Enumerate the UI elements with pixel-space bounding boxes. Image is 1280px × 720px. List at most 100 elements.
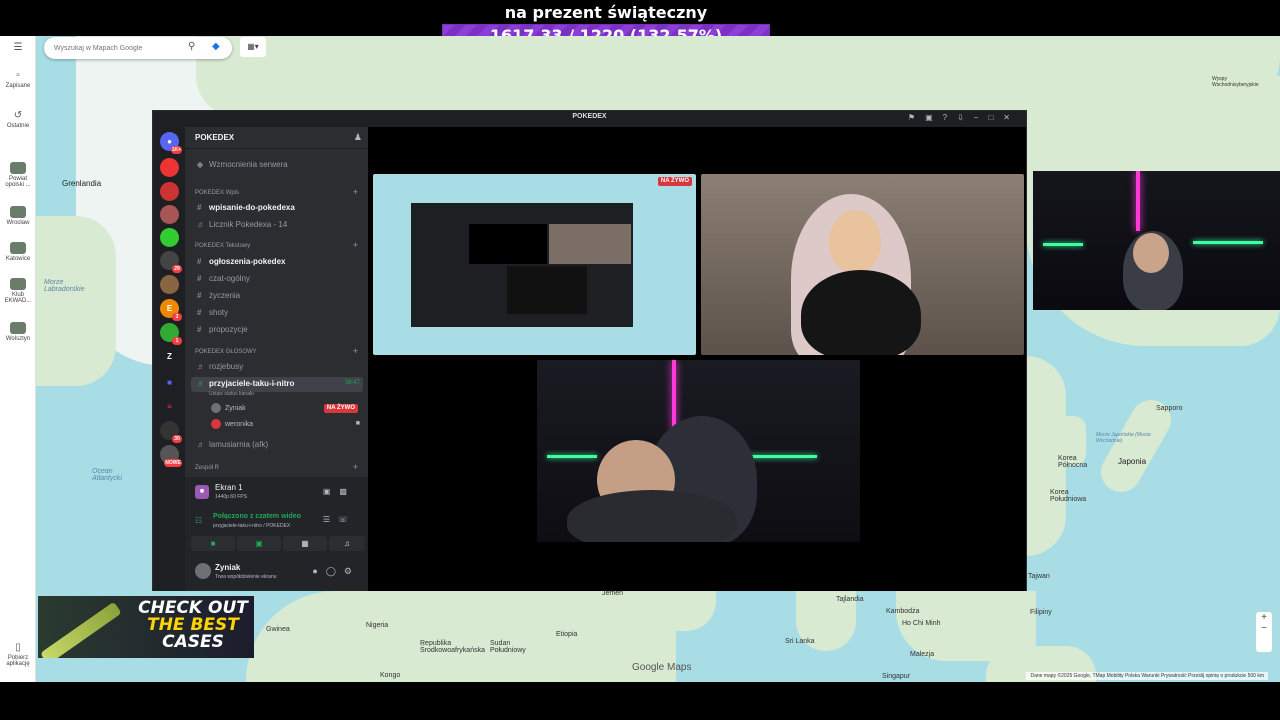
- channel-lamusiarnia[interactable]: ♬ lamusiarnia (afk): [197, 440, 268, 449]
- channel-propozycje[interactable]: # propozycje: [197, 325, 248, 334]
- weronika-camera-tile[interactable]: [701, 174, 1024, 355]
- map-label-nigeria: Nigeria: [366, 622, 389, 629]
- google-maps-logo: Google Maps: [632, 662, 692, 673]
- neon-light: [1136, 171, 1140, 231]
- neon-green-light: [1043, 243, 1083, 246]
- window-controls[interactable]: ⚑▣?⇩−□✕: [908, 113, 1020, 122]
- activities-button[interactable]: ▦: [283, 536, 327, 551]
- nested-tile-3: [507, 266, 587, 314]
- channel-ogloszenia[interactable]: # ogłoszenia-pokedex: [197, 257, 285, 266]
- boost-icon: ◈: [197, 160, 204, 169]
- map-search-box[interactable]: ⚲ ◆: [44, 37, 232, 59]
- rail-saved[interactable]: ▫ Zapisane: [0, 70, 36, 89]
- live-badge: NA ŻYWO: [323, 404, 358, 413]
- server-icon-3[interactable]: [160, 205, 179, 224]
- user-name: Zyniak: [215, 563, 241, 572]
- voice-status-hint[interactable]: Ustaw status kanału: [209, 391, 254, 397]
- map-label-philippines: Filipiny: [1030, 609, 1052, 616]
- server-header[interactable]: POKEDEX ♟: [185, 127, 368, 149]
- add-channel-icon[interactable]: +: [353, 187, 358, 197]
- voice-connected-channel[interactable]: przyjaciele-taku-i-nitro / POKEDEX: [213, 523, 290, 529]
- map-label-singapur: Singapur: [882, 673, 911, 680]
- signal-icon: ☷: [195, 516, 203, 525]
- avatar[interactable]: [195, 563, 211, 579]
- server-icon-12[interactable]: 30: [160, 421, 182, 443]
- rail-get-app[interactable]: ▯ Pobierz aplikację: [0, 642, 36, 667]
- donation-goal-title: na prezent świąteczny: [504, 3, 708, 22]
- add-channel-icon-3[interactable]: +: [353, 346, 358, 356]
- case-ad-banner[interactable]: CHECK OUT THE BEST CASES: [38, 596, 254, 658]
- server-icon-11[interactable]: ≡: [160, 397, 179, 416]
- camera-button[interactable]: ■: [191, 536, 235, 551]
- speaker-icon: ♬: [197, 440, 205, 449]
- server-icon-10[interactable]: ■: [160, 373, 179, 392]
- voice-user-weronika[interactable]: weronika: [211, 419, 253, 429]
- screen-share-controls[interactable]: ▣▩: [323, 487, 356, 496]
- rail-place-5[interactable]: Wolsztyn: [0, 322, 36, 342]
- person-body: [567, 490, 737, 542]
- voice-panel-actions[interactable]: ☰☏: [323, 515, 356, 524]
- rail-place-2[interactable]: Wrocław: [0, 206, 36, 226]
- add-channel-icon-4[interactable]: +: [353, 462, 358, 472]
- rail-place-1[interactable]: Powiat opolski ...: [0, 162, 36, 188]
- server-icon-5[interactable]: 29: [160, 251, 182, 273]
- stream-bottom-bar: [36, 682, 1280, 720]
- bookmark-icon: ▫: [16, 70, 20, 81]
- rail-place-4[interactable]: Klub EKWAD...: [0, 278, 36, 304]
- server-icon-2[interactable]: [160, 182, 179, 201]
- discord-window: POKEDEX ⚑▣?⇩−□✕ ● 1K+ 29 E3 1 Z ■ ≡ 30 NO…: [152, 110, 1027, 591]
- server-pokedex-icon[interactable]: [160, 158, 179, 177]
- voice-connected-title[interactable]: Połączono z czatem wideo: [213, 513, 301, 520]
- category-zespol-r[interactable]: Zespół R: [195, 465, 219, 471]
- person-body: [801, 270, 921, 355]
- channel-czat[interactable]: # czat-ogólny: [197, 274, 250, 283]
- channel-rozjebusy[interactable]: ♬ rozjebusy: [197, 362, 243, 371]
- server-boosts[interactable]: ◈ Wzmocnienia serwera: [197, 160, 288, 169]
- channel-shoty[interactable]: # shoty: [197, 308, 228, 317]
- map-label-south-sudan: Sudan Południowy: [490, 640, 526, 654]
- invite-icon[interactable]: ♟: [354, 132, 362, 143]
- map-search-input[interactable]: [54, 41, 174, 55]
- avatar: [211, 403, 221, 413]
- map-label-jemen: Jemen: [602, 590, 624, 597]
- dm-home-icon[interactable]: ● 1K+: [160, 132, 182, 154]
- map-zoom-control[interactable]: + −: [1256, 612, 1272, 652]
- map-label-tajlandia: Tajlandia: [836, 596, 864, 603]
- category-tekstowy[interactable]: POKEDEX Tekstowy: [195, 243, 250, 249]
- rail-recent[interactable]: ↺ Ostatnie: [0, 110, 36, 129]
- rail-place-3[interactable]: Katowice: [0, 242, 36, 262]
- share-screen-button[interactable]: ▣: [237, 536, 281, 551]
- server-icon-6[interactable]: [160, 275, 179, 294]
- server-icon-13[interactable]: NOWE: [160, 445, 182, 467]
- category-wpis[interactable]: POKEDEX Wpis: [195, 190, 239, 196]
- soundboard-button[interactable]: ♫: [329, 536, 365, 551]
- category-glosowy[interactable]: POKEDEX GŁOSOWY: [195, 349, 257, 355]
- screen-share-icon: ■: [195, 485, 209, 499]
- search-icon[interactable]: ⚲: [188, 41, 195, 52]
- channel-zyczenia[interactable]: # życzenia: [197, 291, 240, 300]
- map-label-siberian-islands: Wyspy Wschodnisyberyjskie: [1212, 76, 1259, 88]
- map-label-japan: Japonia: [1118, 457, 1147, 466]
- add-channel-icon-2[interactable]: +: [353, 240, 358, 250]
- server-icon-9[interactable]: Z: [160, 347, 179, 366]
- live-badge: NA ŻYWO: [657, 177, 692, 186]
- hash-icon: #: [197, 325, 202, 334]
- screen-share-panel: ■ Ekran 1 1440p 60 FPS ▣▩: [185, 477, 368, 509]
- zyniak-camera-tile[interactable]: [537, 360, 860, 542]
- channel-licznik[interactable]: ♬ Licznik Pokedexa - 14: [197, 220, 287, 229]
- screen-share-tile[interactable]: NA ŻYWO: [373, 174, 696, 355]
- speaker-icon: ♬: [197, 362, 205, 371]
- server-name: POKEDEX: [195, 133, 235, 142]
- map-layers-chip[interactable]: ▦▾: [240, 37, 266, 57]
- menu-icon[interactable]: ☰: [0, 42, 36, 55]
- server-icon-7[interactable]: E3: [160, 299, 182, 321]
- server-icon-8[interactable]: 1: [160, 323, 182, 345]
- user-controls[interactable]: ●◯⚙: [312, 566, 360, 577]
- hash-icon: #: [197, 257, 202, 266]
- channel-wpisanie[interactable]: # wpisanie-do-pokedexa: [197, 203, 295, 212]
- channel-przyjaciele[interactable]: ♬ przyjaciele-taku-i-nitro: [197, 379, 294, 388]
- server-icon-4[interactable]: [160, 228, 179, 247]
- voice-user-zyniak[interactable]: Zyniak: [211, 403, 246, 413]
- map-label-ocean: Ocean Atlantycki: [92, 468, 122, 482]
- directions-icon[interactable]: ◆: [212, 41, 220, 52]
